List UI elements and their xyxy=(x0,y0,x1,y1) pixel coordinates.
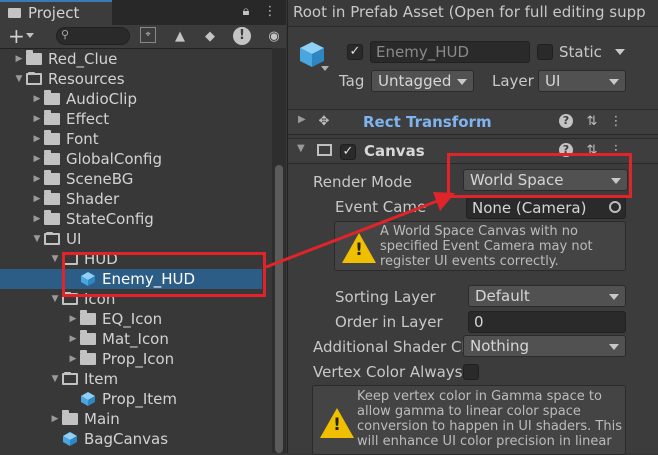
annotation-arrow xyxy=(265,192,455,269)
